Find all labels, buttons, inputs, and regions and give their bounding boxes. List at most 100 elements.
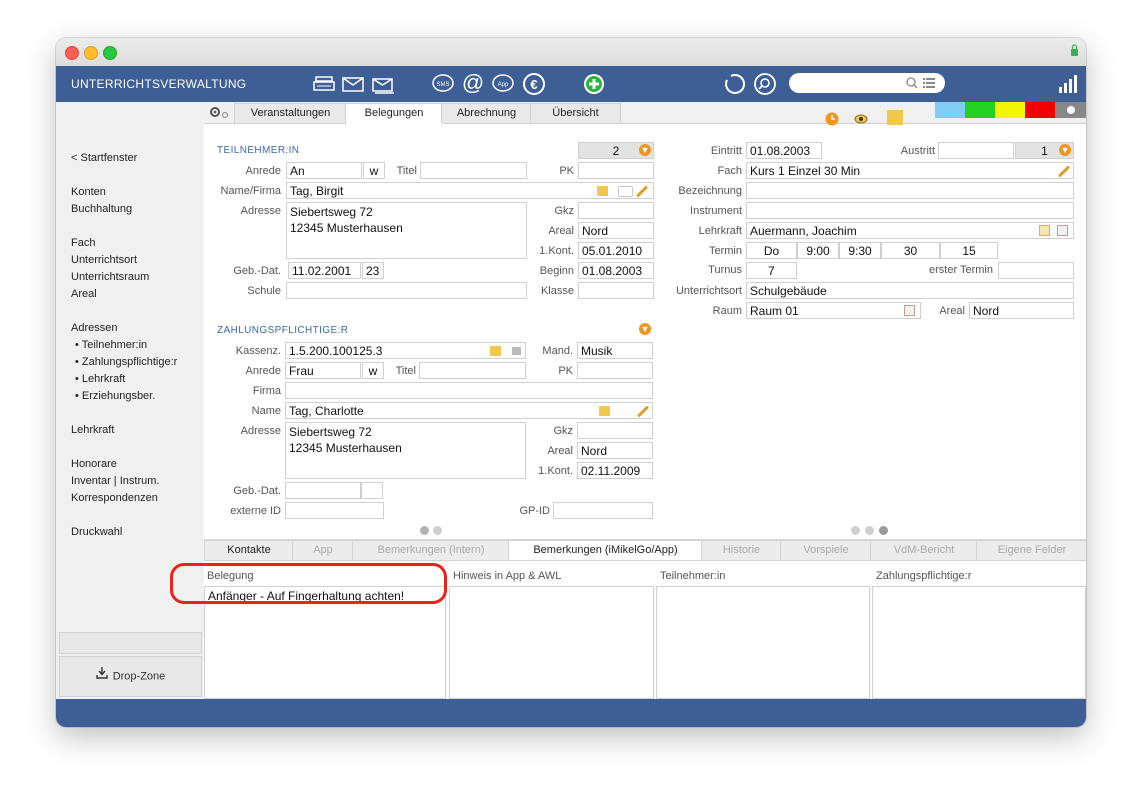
teilnehmer-beginn-field[interactable]: 01.08.2003 [578,262,654,279]
teilnehmer-pk-field[interactable] [578,162,654,179]
sidebar-item-buchhaltung[interactable]: Buchhaltung [71,203,132,215]
minimize-window-button[interactable] [84,46,98,60]
fach-field[interactable]: Kurs 1 Einzel 30 Min [746,162,1074,179]
eye-icon[interactable] [854,114,868,127]
note-icon[interactable] [490,346,501,356]
sidebar-item-druckwahl[interactable]: Druckwahl [71,526,122,538]
tab-bemerkungen-imikelgo[interactable]: Bemerkungen (iMikelGo/App) [508,540,703,560]
tab-vorspiele[interactable]: Vorspiele [780,540,872,560]
sidebar-subitem-zahlungspflichtige[interactable]: • Zahlungspflichtige:r [75,356,177,368]
mail-icon[interactable] [341,72,365,96]
raum-areal-field[interactable]: Nord [969,302,1074,319]
gears-icon[interactable] [208,105,230,122]
tab-app[interactable]: App [292,540,354,560]
camera-icon[interactable] [618,186,633,197]
tab-abrechnung[interactable]: Abrechnung [441,103,532,123]
color-swatch-yellow[interactable] [995,102,1025,118]
eintritt-field[interactable]: 01.08.2003 [746,142,822,159]
sidebar-item-unterrichtsort[interactable]: Unterrichtsort [71,254,137,266]
zahler-externe-id-field[interactable] [285,502,384,519]
calendar-icon[interactable] [1057,225,1068,236]
list-icon[interactable] [1039,225,1050,236]
sidebar-back-startfenster[interactable]: < Startfenster [71,152,137,164]
teilnehmer-anrede-field[interactable]: An [286,162,362,179]
sidebar-item-konten[interactable]: Konten [71,186,106,198]
termin-wochentag[interactable]: Do [746,242,797,259]
color-swatch-none[interactable] [1055,102,1086,118]
zahler-kontakt-field[interactable]: 02.11.2009 [577,462,653,479]
note-icon[interactable] [597,186,608,196]
teilnehmer-schule-field[interactable] [286,282,527,299]
unterrichtsort-field[interactable]: Schulgebäude [746,282,1074,299]
close-window-button[interactable] [65,46,79,60]
printer-icon[interactable] [312,72,336,96]
instrument-field[interactable] [746,202,1074,219]
page-dot-2[interactable] [433,526,442,535]
teilnehmer-kontakt-field[interactable]: 05.01.2010 [578,242,654,259]
sms-icon[interactable]: SMS [431,72,455,96]
tab-belegungen[interactable]: Belegungen [345,103,443,124]
sidebar-item-honorare[interactable]: Honorare [71,458,117,470]
teilnehmer-remark-pane[interactable] [656,586,870,699]
lehrkraft-field[interactable]: Auermann, Joachim [746,222,1074,239]
at-icon[interactable]: @ [461,72,485,96]
hinweis-remark-pane[interactable] [449,586,654,699]
sidebar-item-lehrkraft[interactable]: Lehrkraft [71,424,114,436]
sidebar-subitem-teilnehmer[interactable]: • Teilnehmer:in [75,339,147,351]
tab-veranstaltungen[interactable]: Veranstaltungen [234,103,347,123]
tab-eigene-felder[interactable]: Eigene Felder [976,540,1086,560]
sidebar-subitem-erziehungsber[interactable]: • Erziehungsber. [75,390,155,402]
termin-ende[interactable]: 9:30 [839,242,881,259]
drop-zone[interactable]: Drop-Zone [59,656,202,697]
teilnehmer-geburtsdatum-field[interactable]: 11.02.2001 [288,262,361,279]
notepad-icon[interactable] [887,110,903,125]
zahler-adresse-field[interactable]: Siebertsweg 72 12345 Musterhausen [285,422,526,479]
raum-field[interactable]: Raum 01 [746,302,921,319]
page-dot-4[interactable] [865,526,874,535]
zahler-pk-field[interactable] [577,362,653,379]
zahler-geburtsdatum-field[interactable] [285,482,361,499]
clock-icon[interactable] [825,112,839,129]
zahler-geschlecht-field[interactable]: w [362,362,384,379]
document-icon[interactable] [512,347,521,355]
search-circle-icon[interactable] [753,72,777,96]
sidebar-item-areal[interactable]: Areal [71,288,97,300]
color-swatch-green[interactable] [965,102,995,118]
bezeichnung-field[interactable] [746,182,1074,199]
page-dot-3[interactable] [851,526,860,535]
tab-bemerkungen-intern[interactable]: Bemerkungen (Intern) [352,540,510,560]
tab-kontakte[interactable]: Kontakte [204,540,294,560]
termin-wert[interactable]: 15 [940,242,998,259]
turnus-field[interactable]: 7 [746,262,797,279]
zahler-anrede-field[interactable]: Frau [285,362,361,379]
teilnehmer-geschlecht-field[interactable]: w [363,162,385,179]
zahler-name-field[interactable]: Tag, Charlotte [285,402,653,419]
tab-historie[interactable]: Historie [701,540,782,560]
sidebar-subitem-lehrkraft[interactable]: • Lehrkraft [75,373,125,385]
sidebar-item-fach[interactable]: Fach [71,237,95,249]
termin-beginn[interactable]: 9:00 [797,242,839,259]
sidebar-item-adressen[interactable]: Adressen [71,322,117,334]
teilnehmer-dropdown-icon[interactable]: ▼ [639,144,651,156]
sidebar-item-korrespondenzen[interactable]: Korrespondenzen [71,492,158,504]
zahler-areal-field[interactable]: Nord [577,442,653,459]
add-icon[interactable] [582,72,606,96]
refresh-icon[interactable] [723,72,747,96]
zahler-gp-id-field[interactable] [553,502,653,519]
mail-stack-icon[interactable] [371,72,395,96]
zahler-mandant-field[interactable]: Musik [577,342,653,359]
color-swatch-blue[interactable] [935,102,965,118]
calendar-icon[interactable] [904,305,915,316]
zahler-dropdown-icon[interactable]: ▼ [639,323,651,335]
teilnehmer-gkz-field[interactable] [578,202,654,219]
search-input[interactable] [789,73,945,93]
tab-vdm-bericht[interactable]: VdM-Bericht [870,540,978,560]
note-icon[interactable] [599,406,610,416]
page-dot-1[interactable] [420,526,429,535]
zahler-firma-field[interactable] [285,382,653,399]
color-swatch-red[interactable] [1025,102,1055,118]
zahler-remark-pane[interactable] [872,586,1086,699]
teilnehmer-adresse-field[interactable]: Siebertsweg 72 12345 Musterhausen [286,202,527,259]
tab-uebersicht[interactable]: Übersicht [530,103,621,123]
page-dot-5[interactable] [879,526,888,535]
